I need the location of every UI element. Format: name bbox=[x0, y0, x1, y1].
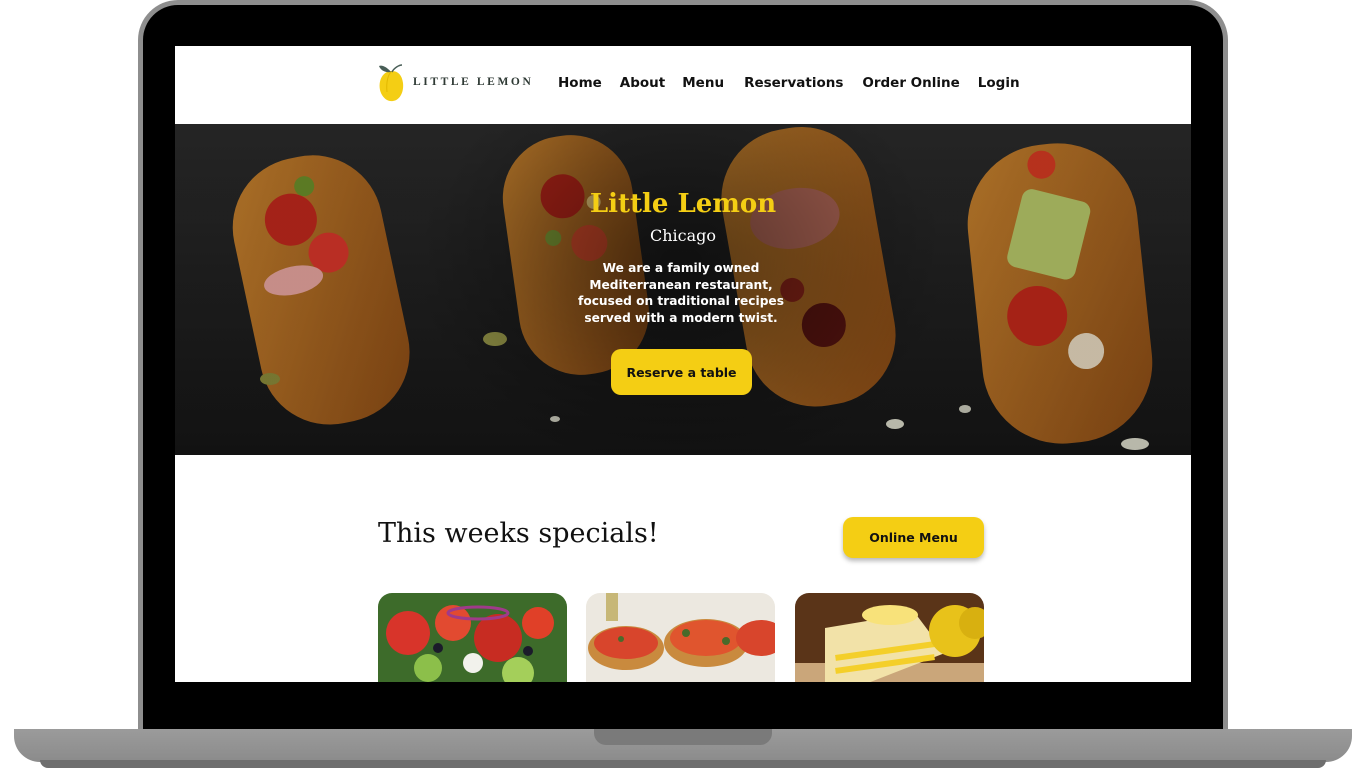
special-card-lemon-dessert[interactable] bbox=[795, 593, 984, 682]
greek-salad-image bbox=[378, 593, 567, 682]
lemon-dessert-image bbox=[795, 593, 984, 682]
hero-subtitle: Chicago bbox=[649, 226, 717, 245]
site-logo[interactable]: LITTLE LEMON bbox=[378, 62, 533, 102]
laptop-notch bbox=[594, 729, 772, 745]
nav-item-about[interactable]: About bbox=[620, 75, 665, 91]
nav-item-home[interactable]: Home bbox=[558, 75, 602, 91]
laptop-foot bbox=[40, 760, 1326, 768]
hero-title: Little Lemon bbox=[589, 189, 777, 219]
nav-links: Home About Menu Reservations Order Onlin… bbox=[558, 75, 1020, 91]
special-card-greek-salad[interactable] bbox=[378, 593, 567, 682]
hero-section: Little Lemon Chicago We are a family own… bbox=[175, 124, 1191, 455]
hero-description: We are a family owned Mediterranean rest… bbox=[578, 261, 784, 325]
specials-title: This weeks specials! bbox=[378, 518, 659, 549]
logo-text: LITTLE LEMON bbox=[413, 76, 534, 88]
reserve-table-button[interactable]: Reserve a table bbox=[611, 349, 752, 395]
nav-item-reservations[interactable]: Reservations bbox=[744, 75, 843, 91]
special-card-bruschetta[interactable] bbox=[586, 593, 775, 682]
navigation-bar: LITTLE LEMON Home About Menu Reservation… bbox=[175, 46, 1191, 124]
online-menu-button[interactable]: Online Menu bbox=[843, 517, 984, 558]
lemon-icon bbox=[378, 62, 406, 102]
nav-item-order-online[interactable]: Order Online bbox=[862, 75, 959, 91]
nav-item-login[interactable]: Login bbox=[978, 75, 1020, 91]
nav-item-menu[interactable]: Menu bbox=[682, 75, 724, 91]
browser-screen: LITTLE LEMON Home About Menu Reservation… bbox=[175, 46, 1191, 682]
bruschetta-image bbox=[586, 593, 775, 682]
